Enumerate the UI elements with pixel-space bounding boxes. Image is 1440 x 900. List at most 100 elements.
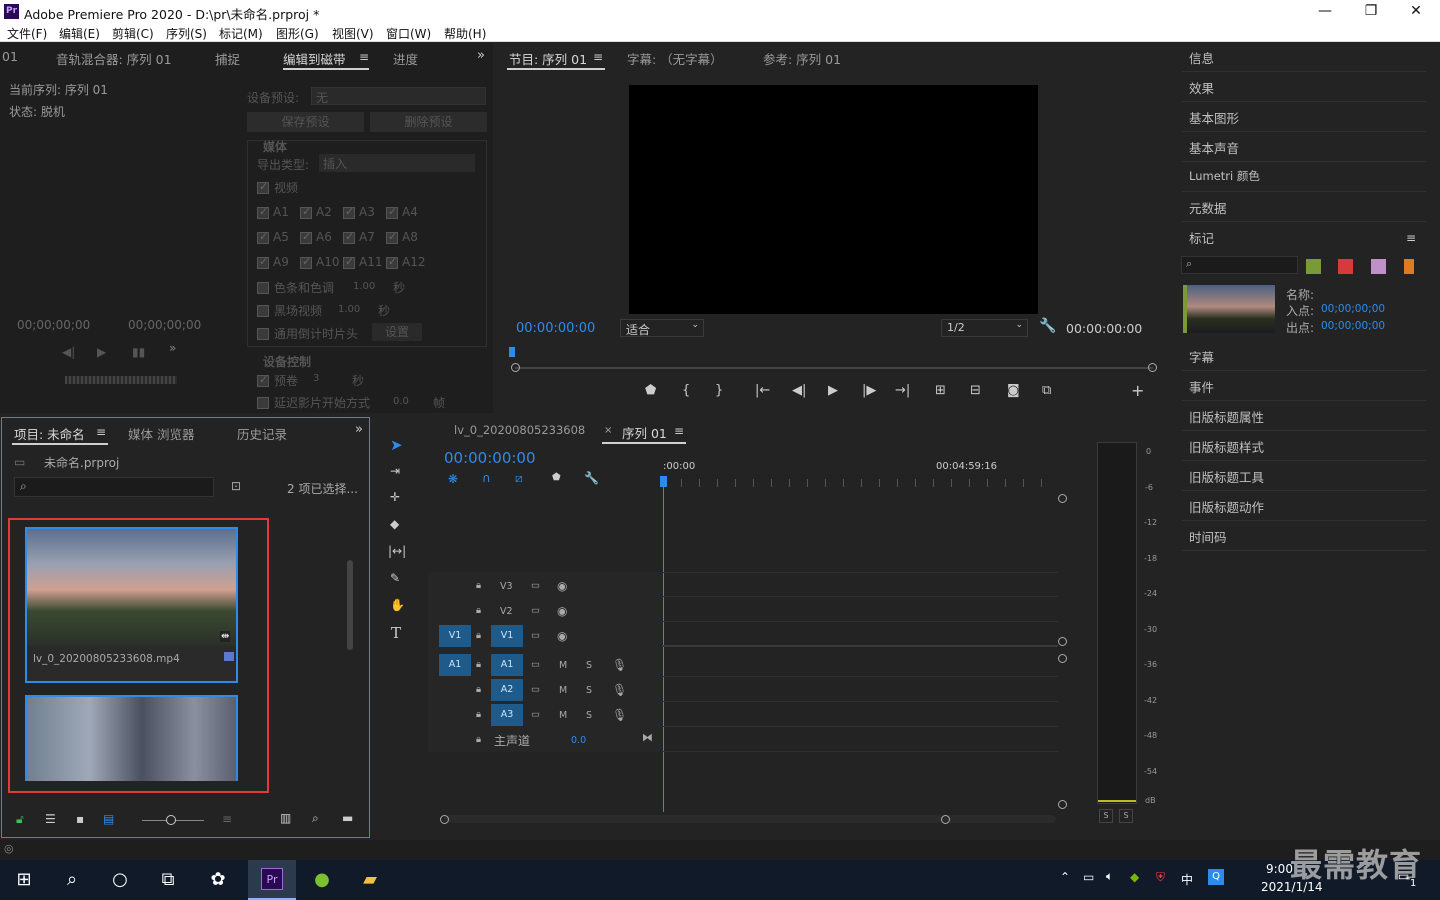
microphone-icon[interactable]: 🎙︎ <box>612 658 627 672</box>
qq-icon[interactable]: Q <box>1208 869 1224 885</box>
icon-view-icon[interactable]: ▪ <box>76 812 84 826</box>
volume-icon[interactable]: 🔈︎ <box>1106 869 1113 884</box>
premiere-taskbar-icon[interactable]: Pr <box>248 860 296 900</box>
timeline-tab-menu-icon[interactable]: ≡ <box>674 424 684 438</box>
play-icon[interactable]: ▶ <box>97 345 106 359</box>
menu-file[interactable]: 文件(F) <box>7 25 47 42</box>
mute-button[interactable]: M <box>559 660 567 671</box>
menu-help[interactable]: 帮助(H) <box>444 25 486 42</box>
selection-tool-icon[interactable]: ➤ <box>390 436 403 454</box>
lock-icon[interactable]: 🔒︎ <box>476 630 481 641</box>
add-button-icon[interactable]: + <box>1131 381 1144 400</box>
go-to-out-icon[interactable]: →| <box>895 383 910 398</box>
a4-checkbox[interactable] <box>386 205 398 219</box>
marker-thumbnail[interactable] <box>1183 285 1275 333</box>
tab-menu-icon[interactable]: ≡ <box>359 50 369 64</box>
add-marker-icon[interactable]: ⬟ <box>552 472 561 483</box>
camera-icon[interactable]: ◙ <box>1007 383 1020 398</box>
windows-start-icon[interactable]: ⊞ <box>5 862 43 898</box>
solo-left-button[interactable]: S <box>1099 809 1113 823</box>
new-bin-from-search-icon[interactable]: ⊡ <box>231 479 241 493</box>
markers-menu-icon[interactable]: ≡ <box>1406 231 1416 245</box>
new-bin-icon[interactable]: ▬ <box>342 811 353 825</box>
tab-media-browser[interactable]: 媒体 浏览器 <box>128 424 194 443</box>
marker-in-value[interactable]: 00;00;00;00 <box>1321 303 1385 315</box>
solo-right-button[interactable]: S <box>1119 809 1133 823</box>
project-scrollbar[interactable] <box>347 560 353 650</box>
panel-legacy-title-styles[interactable]: 旧版标题样式 <box>1182 432 1426 461</box>
lock-icon[interactable]: 🔓︎ <box>16 812 24 827</box>
a6-checkbox[interactable] <box>300 230 312 244</box>
tab-capture[interactable]: 捕捉 <box>215 49 240 68</box>
time-ruler[interactable] <box>663 479 1055 487</box>
track-a3-label[interactable]: A3 <box>491 704 523 726</box>
program-tab-menu-icon[interactable]: ≡ <box>593 50 603 64</box>
save-preset-button[interactable]: 保存预设 <box>247 112 364 132</box>
jog-shuttle[interactable] <box>65 376 177 384</box>
menu-sequence[interactable]: 序列(S) <box>166 25 207 42</box>
source-patch-v1[interactable]: V1 <box>439 625 471 647</box>
marker-color-orange[interactable] <box>1404 259 1414 274</box>
tab-clip-timeline[interactable]: lv_0_20200805233608 <box>454 423 585 437</box>
program-scrubber[interactable] <box>515 367 1153 369</box>
a5-checkbox[interactable] <box>257 230 269 244</box>
playhead-marker[interactable] <box>509 347 515 357</box>
tab-captions[interactable]: 字幕: （无字幕） <box>627 49 723 68</box>
ime-indicator[interactable]: 中 <box>1181 871 1193 888</box>
track-select-tool-icon[interactable]: ⇥ <box>390 464 400 478</box>
panel-markers[interactable]: 标记 <box>1182 223 1426 252</box>
delay-start-checkbox[interactable] <box>257 397 269 409</box>
preroll-value[interactable]: 3 <box>313 373 319 384</box>
tab-project[interactable]: 项目: 未命名 <box>14 424 85 443</box>
mute-button[interactable]: M <box>559 685 567 696</box>
a11-checkbox[interactable] <box>343 255 355 269</box>
a-scroll-handle-top[interactable] <box>1058 654 1067 663</box>
marker-out-value[interactable]: 00;00;00;00 <box>1321 320 1385 332</box>
a9-checkbox[interactable] <box>257 255 269 269</box>
menu-marker[interactable]: 标记(M) <box>219 25 263 42</box>
preroll-checkbox[interactable] <box>257 373 269 387</box>
search-icon[interactable]: ⌕ <box>53 862 91 898</box>
fast-forward-icon[interactable]: » <box>169 341 176 355</box>
razor-tool-icon[interactable]: ◆ <box>390 517 399 531</box>
step-forward-icon[interactable]: |▶ <box>862 383 876 398</box>
clock-time[interactable]: 9:00 <box>1266 862 1293 876</box>
scrubber-start-handle[interactable] <box>511 363 520 372</box>
extract-icon[interactable]: ⊟ <box>970 383 981 398</box>
step-back-icon[interactable]: ◀| <box>792 383 806 398</box>
tab-source[interactable]: 01 <box>2 49 18 64</box>
mark-in-icon[interactable]: { <box>682 383 690 398</box>
lock-icon[interactable]: 🔒︎ <box>476 580 481 591</box>
delay-start-value[interactable]: 0.0 <box>393 396 409 407</box>
menu-view[interactable]: 视图(V) <box>332 25 374 42</box>
a10-checkbox[interactable] <box>300 255 312 269</box>
step-back-icon[interactable]: ◀| <box>62 345 75 359</box>
a12-checkbox[interactable] <box>386 255 398 269</box>
sync-lock-icon[interactable]: ▭ <box>531 659 540 670</box>
tab-edit-to-tape[interactable]: 编辑到磁带 <box>283 49 346 68</box>
marker-color-red[interactable] <box>1338 259 1353 274</box>
scrubber-end-handle[interactable] <box>1148 363 1157 372</box>
tab-sequence-01[interactable]: 序列 01 <box>622 423 667 442</box>
melon-app-icon[interactable]: ● <box>303 862 341 898</box>
tab-program[interactable]: 节目: 序列 01 <box>509 49 587 68</box>
timeline-timecode[interactable]: 00:00:00:00 <box>444 449 536 467</box>
stop-icon[interactable]: ▮▮ <box>132 345 145 359</box>
tray-chevron-icon[interactable]: ⌃ <box>1060 870 1070 884</box>
microphone-icon[interactable]: 🎙︎ <box>612 683 627 697</box>
marker-color-lavender[interactable] <box>1371 259 1386 274</box>
tab-history[interactable]: 历史记录 <box>237 424 287 443</box>
sort-icon[interactable]: ≡ <box>222 812 232 826</box>
tab-progress[interactable]: 进度 <box>393 49 418 68</box>
mute-button[interactable]: M <box>559 710 567 721</box>
bars-tone-checkbox[interactable] <box>257 282 269 294</box>
mark-out-icon[interactable]: } <box>715 383 723 398</box>
project-search-input[interactable]: ⌕ <box>14 477 214 497</box>
maximize-button[interactable]: ❐ <box>1348 0 1394 22</box>
task-view-icon[interactable]: ⧉ <box>149 862 187 898</box>
clip-card-2[interactable] <box>25 695 238 781</box>
tab-reference[interactable]: 参考: 序列 01 <box>763 49 841 68</box>
export-type-select[interactable]: 插入 <box>319 154 475 172</box>
network-icon[interactable]: ▭ <box>1083 870 1094 884</box>
freeform-view-icon[interactable]: ▤ <box>103 812 114 826</box>
